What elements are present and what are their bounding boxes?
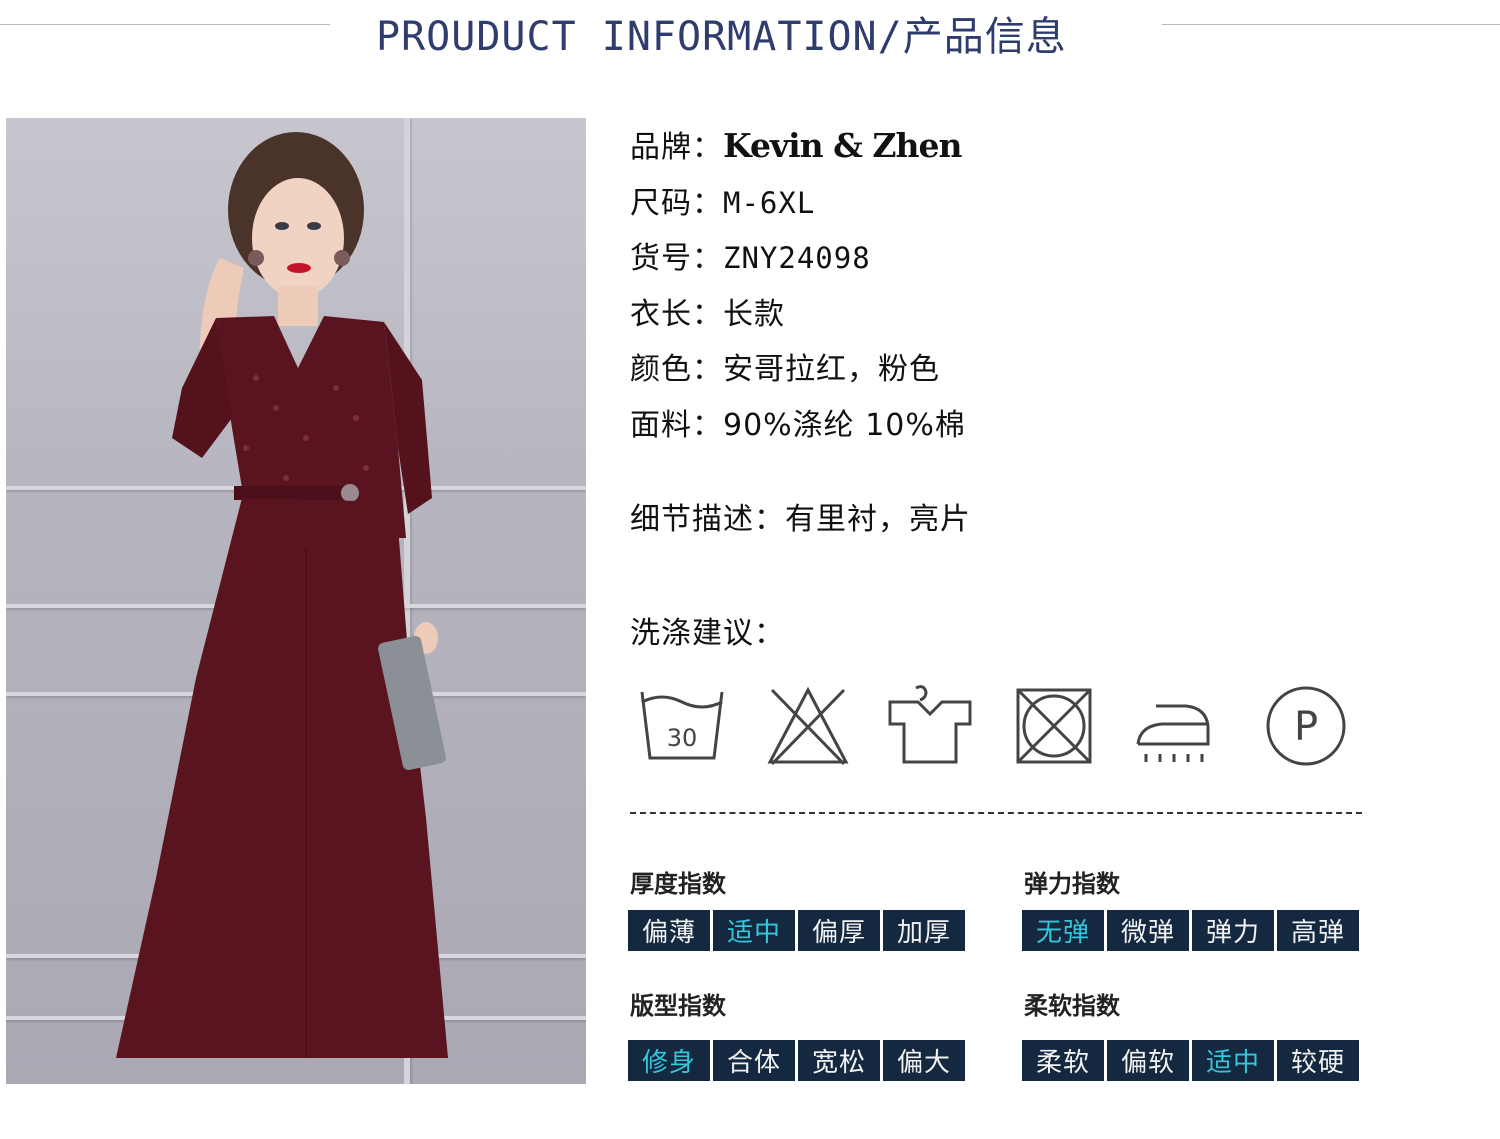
hang-dry-icon <box>888 685 972 764</box>
thickness-index-selector: 偏薄 适中 偏厚 加厚 <box>628 910 965 951</box>
softness-index-title: 柔软指数 <box>1024 992 1120 1020</box>
dry-clean-letter: P <box>1294 704 1318 750</box>
header-rule-left <box>0 24 330 25</box>
thickness-option-selected[interactable]: 适中 <box>713 910 795 951</box>
thickness-option[interactable]: 偏薄 <box>628 910 710 951</box>
model-illustration <box>116 132 448 1058</box>
softness-option[interactable]: 柔软 <box>1022 1040 1104 1081</box>
brand-value: Kevin & Zhen <box>723 126 962 165</box>
info-item-number: 货号：ZNY24098 <box>630 233 871 277</box>
info-length: 衣长：长款 <box>630 289 785 333</box>
fit-option-selected[interactable]: 修身 <box>628 1040 710 1081</box>
elasticity-option[interactable]: 高弹 <box>1277 910 1359 951</box>
dry-clean-p-icon: P <box>1266 686 1346 766</box>
wash-temp-text: 30 <box>667 724 698 752</box>
page-title: PROUDUCT INFORMATION/产品信息 <box>376 14 1067 60</box>
info-fabric: 面料：90%涤纶 10%棉 <box>630 400 966 444</box>
softness-option-selected[interactable]: 适中 <box>1192 1040 1274 1081</box>
elasticity-option[interactable]: 弹力 <box>1192 910 1274 951</box>
info-color: 颜色：安哥拉红，粉色 <box>630 344 940 388</box>
fit-option[interactable]: 宽松 <box>798 1040 880 1081</box>
thickness-option[interactable]: 加厚 <box>883 910 965 951</box>
thickness-option[interactable]: 偏厚 <box>798 910 880 951</box>
header-rule-right <box>1162 24 1500 25</box>
fit-index-title: 版型指数 <box>630 992 726 1020</box>
elasticity-index-title: 弹力指数 <box>1024 870 1120 898</box>
softness-index-selector: 柔软 偏软 适中 较硬 <box>1022 1040 1359 1081</box>
fit-index-selector: 修身 合体 宽松 偏大 <box>628 1040 965 1081</box>
steam-iron-icon <box>1136 704 1210 762</box>
softness-option[interactable]: 较硬 <box>1277 1040 1359 1081</box>
elasticity-option-selected[interactable]: 无弹 <box>1022 910 1104 951</box>
color-label: 颜色： <box>630 352 723 387</box>
item-value: ZNY24098 <box>723 241 871 275</box>
wash-30-icon: 30 <box>640 691 724 760</box>
length-value: 长款 <box>723 297 785 332</box>
length-label: 衣长： <box>630 297 723 332</box>
fabric-label: 面料： <box>630 408 723 443</box>
no-tumble-dry-icon <box>1016 688 1092 764</box>
elasticity-index-selector: 无弹 微弹 弹力 高弹 <box>1022 910 1359 951</box>
softness-option[interactable]: 偏软 <box>1107 1040 1189 1081</box>
info-brand: 品牌：Kevin & Zhen <box>630 122 962 166</box>
size-label: 尺码： <box>630 186 723 221</box>
brand-label: 品牌： <box>630 130 723 165</box>
detail-label: 细节描述： <box>630 502 785 537</box>
thickness-index-title: 厚度指数 <box>630 870 726 898</box>
fit-option[interactable]: 合体 <box>713 1040 795 1081</box>
wash-advice-label: 洗涤建议： <box>630 616 785 651</box>
size-value: M-6XL <box>723 186 816 220</box>
info-detail: 细节描述：有里衬，亮片 <box>630 494 971 538</box>
color-value: 安哥拉红，粉色 <box>723 352 940 387</box>
product-photo <box>6 118 586 1084</box>
elasticity-option[interactable]: 微弹 <box>1107 910 1189 951</box>
detail-value: 有里衬，亮片 <box>785 502 971 537</box>
fabric-value: 90%涤纶 10%棉 <box>723 408 966 443</box>
fit-option[interactable]: 偏大 <box>883 1040 965 1081</box>
info-size: 尺码：M-6XL <box>630 178 815 222</box>
section-divider <box>630 812 1362 814</box>
no-bleach-icon <box>767 686 849 766</box>
item-label: 货号： <box>630 241 723 276</box>
